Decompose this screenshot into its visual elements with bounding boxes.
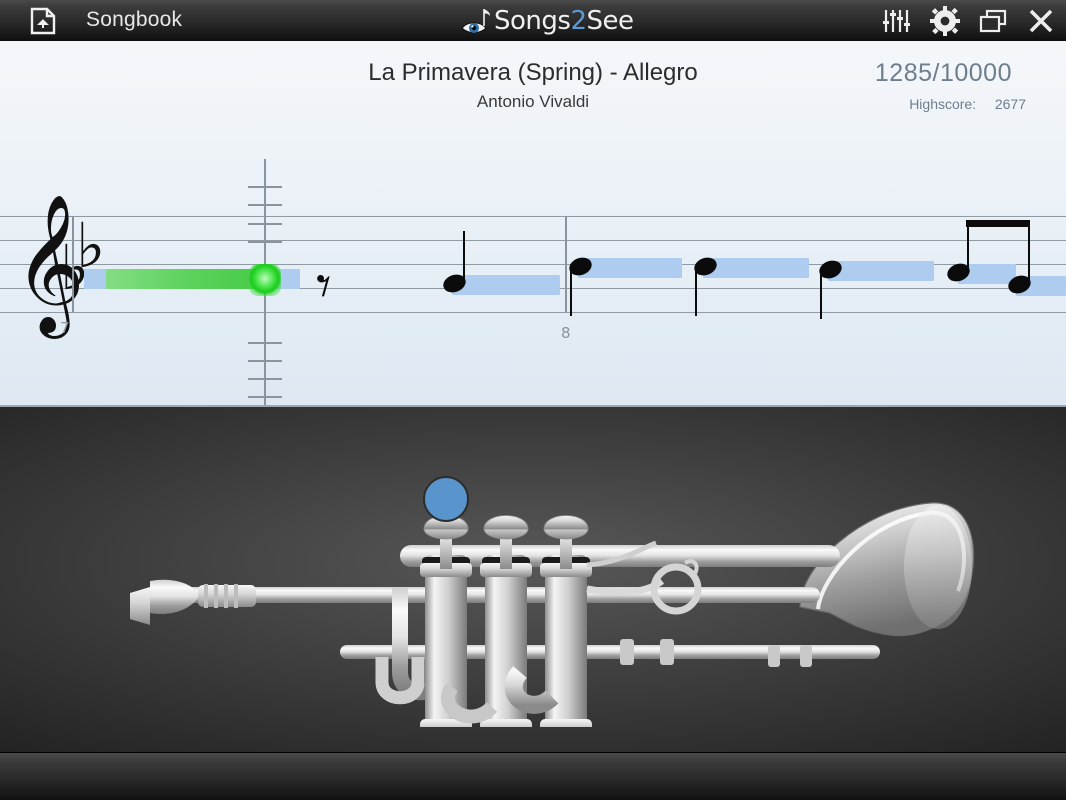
playhead-tick (248, 186, 282, 188)
highscore-value: 2677 (994, 96, 1026, 112)
valve-1-indicator (423, 476, 469, 522)
pitch-indicator-dot (249, 264, 281, 296)
playhead-tick (248, 204, 282, 206)
eye-note-icon (461, 9, 490, 33)
note-beam (966, 220, 1030, 227)
mixer-icon[interactable] (880, 4, 914, 38)
quarter-rest-icon: 𝄾 (316, 252, 332, 320)
window-controls (880, 4, 1058, 38)
highscore-label: Highscore: (909, 96, 977, 112)
logo-text: Songs2See (494, 6, 634, 36)
barline (565, 216, 567, 312)
app-logo: Songs2See (460, 3, 640, 39)
playhead-tick (248, 360, 282, 362)
note-stem (463, 231, 465, 283)
playhead-tick (248, 223, 282, 225)
key-signature-flat-2: ♭ (76, 209, 106, 282)
playhead-tick (248, 396, 282, 398)
instrument-panel: Trumpet Piccolo-trumpet (0, 407, 1066, 752)
barline (72, 216, 74, 312)
songs2see-app: Songbook Songs2See La Primavera (Spring)… (0, 0, 1066, 800)
document-add-icon[interactable] (28, 7, 58, 35)
note-duration-bar (452, 275, 560, 295)
trumpet-image (130, 476, 975, 727)
restore-window-icon[interactable] (976, 4, 1010, 38)
gear-icon[interactable] (928, 4, 962, 38)
title-bar: Songbook Songs2See (0, 0, 1066, 42)
note-duration-bar (828, 261, 934, 281)
measure-number: 7 (60, 319, 70, 337)
note-stem (1028, 220, 1030, 285)
measure-number: 8 (561, 324, 571, 342)
note-duration-bar (84, 269, 106, 289)
highscore-row: Highscore: 2677 (909, 96, 1026, 112)
composer-label: Antonio Vivaldi (476, 92, 590, 111)
transport-bar: Tempo: 100% 00 : 09 / 00 : 45 Learning M… (0, 752, 1066, 800)
playhead-tick (248, 342, 282, 344)
score-value: 1285/10000 (874, 59, 1012, 87)
playhead-tick (248, 241, 282, 243)
score-panel[interactable]: La Primavera (Spring) - Allegro Antonio … (0, 41, 1066, 407)
playhead-tick (248, 378, 282, 380)
close-icon[interactable] (1024, 4, 1058, 38)
note-duration-bar (703, 258, 809, 278)
songbook-menu[interactable]: Songbook (86, 8, 182, 32)
note-duration-bar (578, 258, 682, 278)
